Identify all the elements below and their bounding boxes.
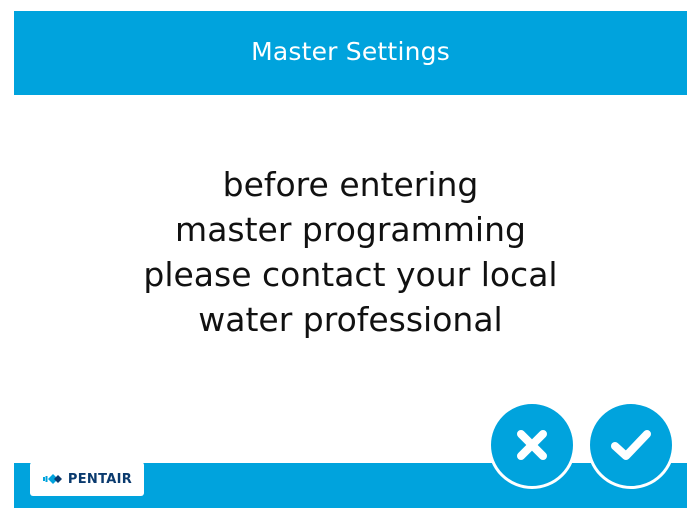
close-icon bbox=[517, 430, 547, 460]
message-line: water professional bbox=[198, 300, 503, 339]
message-line: master programming bbox=[175, 210, 526, 249]
pentair-logo: PENTAIR bbox=[30, 462, 144, 496]
warning-message: before entering master programming pleas… bbox=[14, 162, 687, 342]
page-title: Master Settings bbox=[251, 36, 450, 66]
header-bar: Master Settings bbox=[14, 11, 687, 95]
check-icon bbox=[611, 430, 651, 460]
message-line: please contact your local bbox=[143, 255, 558, 294]
message-line: before entering bbox=[222, 165, 479, 204]
confirm-button[interactable] bbox=[587, 401, 675, 489]
master-settings-screen: Master Settings before entering master p… bbox=[0, 0, 687, 508]
pentair-mark-icon bbox=[42, 474, 62, 484]
cancel-button[interactable] bbox=[488, 401, 576, 489]
logo-text: PENTAIR bbox=[67, 471, 133, 487]
